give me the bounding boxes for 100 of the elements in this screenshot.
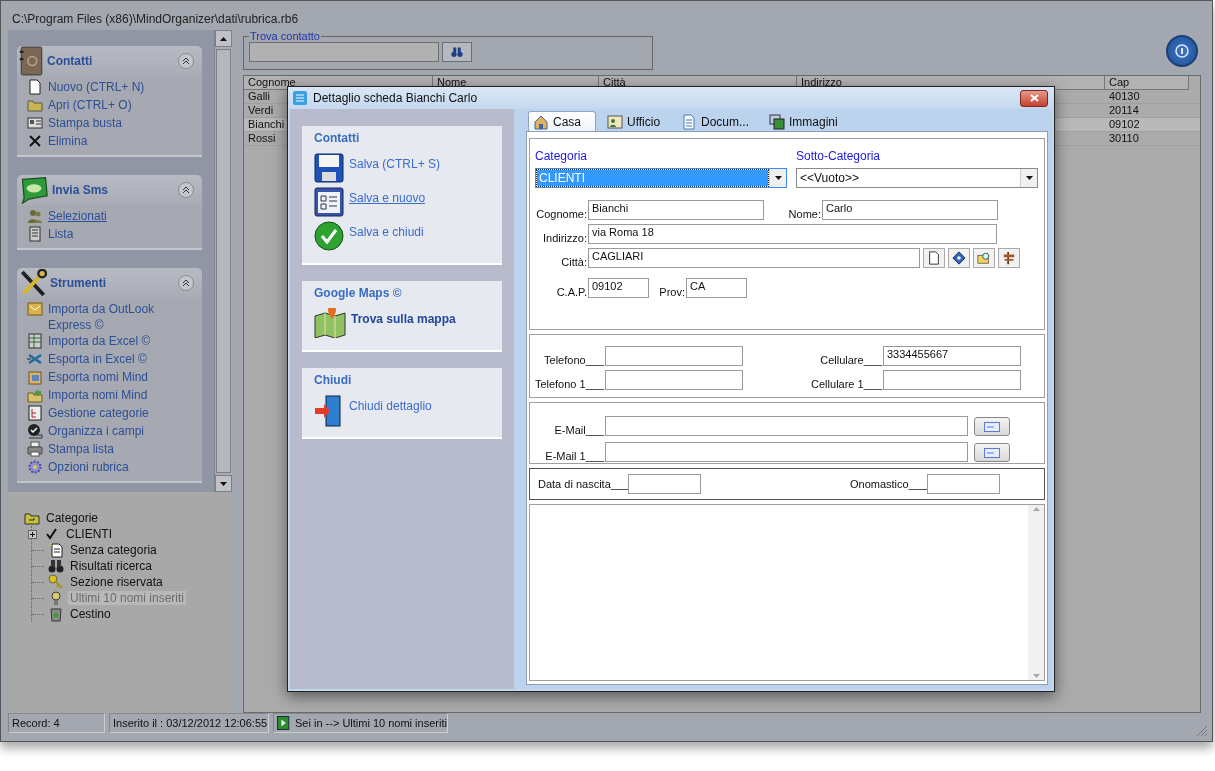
tree-item[interactable]: Sezione riservata: [68, 575, 165, 589]
spreadsheet-icon: [27, 333, 43, 349]
tab[interactable]: Immagini: [764, 111, 847, 131]
email-field[interactable]: [605, 416, 968, 436]
tool-button[interactable]: [948, 248, 970, 268]
search-button[interactable]: [442, 42, 472, 62]
tool-button[interactable]: [923, 248, 945, 268]
chat-bubble-icon: [19, 176, 49, 204]
action-link[interactable]: Salva (CTRL+ S): [349, 153, 441, 171]
tree-item[interactable]: CLIENTI: [64, 527, 114, 541]
section-title: Chiudi: [314, 373, 353, 387]
expand-icon[interactable]: [28, 529, 37, 539]
field-label: Sotto-Categoria: [796, 149, 882, 163]
tool-button[interactable]: [973, 248, 995, 268]
tool-button[interactable]: [998, 248, 1020, 268]
key-icon: [48, 574, 64, 590]
city-field[interactable]: CAGLIARI: [588, 248, 920, 268]
scroll-up-button[interactable]: [215, 30, 232, 47]
field-label: Nome:: [787, 208, 821, 220]
tree-item[interactable]: Cestino: [68, 607, 113, 621]
tab[interactable]: Ufficio: [602, 111, 670, 131]
table-cell: 20114: [1109, 104, 1139, 117]
status-text: Record: 4: [12, 717, 60, 729]
category-dropdown[interactable]: <<Vuoto>>: [796, 168, 1038, 188]
group-title: Strumenti: [50, 276, 106, 290]
name-field[interactable]: Carlo: [822, 200, 998, 220]
group-legend: Trova contatto: [249, 30, 321, 42]
map-pin-icon: [314, 308, 346, 338]
trash-can-icon: [48, 606, 64, 622]
envelope-icon: [984, 447, 1000, 458]
task-link[interactable]: Importa da Excel ©: [48, 333, 151, 349]
status-text: Sei in --> Ultimi 10 nomi inseriti: [295, 717, 447, 729]
task-link[interactable]: Importa da OutLook Express ©: [48, 301, 188, 333]
field-label: Telefono___: [543, 354, 604, 366]
tree-item[interactable]: Categorie: [44, 511, 101, 525]
phone-field[interactable]: 3334455667: [883, 346, 1021, 366]
surname-field[interactable]: Bianchi: [588, 200, 764, 220]
tree-item[interactable]: Senza categoria: [68, 543, 159, 557]
close-button[interactable]: [1020, 89, 1048, 107]
name-day-field[interactable]: [927, 474, 1000, 494]
send-mail-button[interactable]: [974, 443, 1010, 462]
collapse-icon[interactable]: [178, 182, 194, 198]
group-header[interactable]: Invia Sms: [17, 175, 202, 205]
pictures-icon: [769, 113, 785, 130]
phone-field[interactable]: [883, 370, 1021, 390]
action-link[interactable]: Salva e chiudi: [349, 221, 424, 239]
phone-field[interactable]: [605, 346, 743, 366]
table-cell: 09102: [1109, 118, 1140, 131]
scrollbar[interactable]: [214, 30, 232, 492]
window-title: C:\Program Files (x86)\MindOrganizer\dati\rubrica.rb6: [12, 12, 299, 26]
field-label: Cognome:: [535, 208, 587, 220]
action-link[interactable]: Trova sulla mappa: [351, 308, 456, 326]
province-field[interactable]: CA: [686, 278, 747, 298]
group-header[interactable]: Strumenti: [17, 268, 202, 298]
section-title: Google Maps ©: [314, 286, 403, 300]
address-book-icon: [19, 46, 44, 76]
birth-date-field[interactable]: [628, 474, 701, 494]
field-label: Categoria: [535, 149, 589, 163]
field-label: Cellulare 1___: [810, 378, 882, 390]
gear-icon: [27, 459, 43, 475]
binoculars-icon: [450, 46, 464, 58]
status-text: Inserito il : 03/12/2012 12:06:55: [113, 717, 268, 729]
postcode-field[interactable]: 09102: [588, 278, 649, 298]
group-title: Contatti: [47, 54, 93, 68]
action-link[interactable]: Chiudi dettaglio: [349, 395, 432, 413]
scroll-down-button[interactable]: [215, 475, 232, 492]
up-arrow-icon[interactable]: [1032, 507, 1040, 511]
info-button[interactable]: [1166, 35, 1198, 67]
scroll-thumb[interactable]: [216, 49, 231, 473]
collapse-icon[interactable]: [178, 275, 194, 291]
tab[interactable]: Casa: [528, 111, 596, 131]
search-field[interactable]: [249, 42, 439, 62]
check-mark-icon: [44, 526, 60, 542]
column-header[interactable]: Cap: [1105, 76, 1189, 90]
tree-item[interactable]: Risultati ricerca: [68, 559, 155, 573]
tab[interactable]: Docum...: [676, 111, 758, 131]
page-icon: [927, 251, 941, 265]
action-link[interactable]: Salva e nuovo: [349, 187, 426, 205]
field-label: Data di nascita___: [538, 478, 628, 490]
phone-field[interactable]: [605, 370, 743, 390]
address-field[interactable]: via Roma 18: [588, 224, 997, 244]
group-header[interactable]: Contatti: [17, 46, 202, 76]
section-title: Contatti: [314, 131, 361, 145]
envelope-icon: [984, 421, 1000, 432]
house-icon: [533, 113, 549, 130]
people-icon: [27, 208, 43, 224]
caret-icon: [1025, 176, 1033, 180]
door-arrow-icon: [314, 395, 344, 427]
table-cell: Bianchi: [248, 118, 285, 131]
down-arrow-icon[interactable]: [1032, 674, 1040, 678]
folder-up-icon: [24, 510, 40, 526]
card-icon: [27, 115, 43, 131]
info-diamond-icon: [952, 251, 966, 265]
collapse-icon[interactable]: [178, 53, 194, 69]
send-mail-button[interactable]: [974, 417, 1010, 436]
email-field[interactable]: [605, 442, 968, 462]
notes-field[interactable]: [529, 504, 1045, 681]
task-link[interactable]: Importa nomi Mind: [48, 387, 148, 403]
scrollbar[interactable]: [1028, 505, 1044, 680]
resize-grip-icon[interactable]: [1196, 725, 1208, 737]
